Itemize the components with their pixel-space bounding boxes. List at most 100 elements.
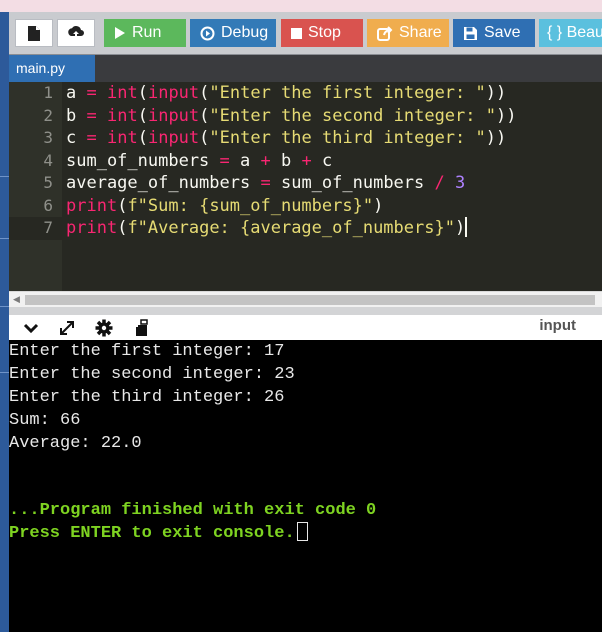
stop-button[interactable]: Stop: [281, 19, 363, 47]
expand-console-button[interactable]: [56, 318, 78, 338]
line-number: 5: [43, 173, 53, 192]
code-token: ): [373, 195, 384, 216]
code-token: "Enter the second integer: ": [209, 105, 496, 126]
left-edge-mark: [0, 238, 9, 239]
code-token: =: [86, 128, 97, 148]
save-label: Save: [484, 24, 521, 41]
new-file-icon: [28, 25, 40, 41]
code-editor[interactable]: 1234567 a = int(input("Enter the first i…: [9, 82, 602, 291]
new-file-button[interactable]: [15, 19, 53, 47]
text-cursor: [465, 217, 468, 237]
debug-label: Debug: [221, 24, 269, 41]
code-token: a: [66, 83, 77, 103]
line-number: 4: [43, 150, 53, 170]
code-token: (: [199, 128, 210, 148]
code-token: print: [66, 195, 118, 216]
code-line[interactable]: average_of_numbers = sum_of_numbers / 3: [66, 172, 465, 195]
code-token: (: [117, 218, 128, 238]
code-token: average_of_numbers: [66, 173, 251, 193]
line-number-gutter: 1 2 3 4 5 6 7: [9, 82, 62, 291]
code-line[interactable]: a = int(input("Enter the first integer: …: [66, 82, 506, 105]
console-line: Average: 22.0: [9, 434, 142, 453]
save-button[interactable]: Save: [453, 19, 535, 47]
expand-icon: [60, 321, 74, 335]
code-token: =: [260, 173, 271, 193]
horizontal-scrollbar[interactable]: ◀: [9, 291, 602, 307]
scrollbar-thumb[interactable]: [25, 295, 595, 305]
eraser-icon: [136, 319, 148, 336]
code-token: +: [301, 150, 312, 171]
share-button[interactable]: Share: [367, 19, 449, 47]
code-token: (: [137, 83, 148, 103]
code-token: )): [485, 83, 507, 103]
code-line[interactable]: b = int(input("Enter the second integer:…: [66, 105, 516, 128]
code-token: int: [107, 128, 138, 148]
console-toolbar: input: [9, 307, 602, 340]
code-line[interactable]: print(f"Sum: {sum_of_numbers}"): [66, 195, 383, 218]
program-finished-line: ...Program finished with exit code 0: [9, 501, 377, 520]
code-line[interactable]: print(f"Average: {average_of_numbers}"): [66, 217, 468, 240]
save-icon: [463, 26, 478, 41]
line-number: 3: [43, 128, 53, 147]
console-settings-button[interactable]: [93, 318, 115, 338]
console-output[interactable]: Enter the first integer: 17 Enter the sec…: [9, 340, 602, 632]
toolbar: Run Debug Stop Share Save { } Beau: [9, 12, 602, 55]
run-button[interactable]: Run: [104, 19, 186, 47]
line-number: 6: [43, 195, 53, 215]
code-token: input: [147, 128, 200, 148]
console-line: Enter the third integer: 26: [9, 388, 285, 407]
run-label: Run: [132, 24, 162, 41]
window-top-strip: [0, 0, 602, 12]
code-token: /: [434, 173, 445, 193]
code-token: b: [270, 150, 302, 171]
gear-icon: [95, 319, 113, 337]
code-token: ): [454, 218, 466, 238]
press-enter-text: Press ENTER to exit console.: [9, 524, 295, 543]
code-token: (: [137, 105, 148, 126]
collapse-console-button[interactable]: [20, 318, 42, 338]
press-enter-line: Press ENTER to exit console.: [9, 522, 308, 545]
code-token: +: [260, 150, 271, 171]
left-edge-mark: [0, 372, 9, 373]
tab-bar: main.py: [9, 55, 602, 82]
code-line[interactable]: sum_of_numbers = a + b + c: [66, 150, 332, 173]
stop-icon: [291, 27, 302, 39]
code-token: =: [219, 150, 230, 171]
beautify-label: { } Beau: [547, 24, 602, 41]
code-token: )): [495, 105, 517, 126]
code-token: sum_of_numbers: [66, 150, 210, 171]
upload-icon: [68, 26, 84, 39]
code-token: sum_of_numbers: [270, 173, 435, 193]
play-icon: [114, 26, 126, 40]
code-token: "Enter the third integer: ": [209, 128, 486, 148]
clear-console-button[interactable]: [131, 318, 153, 338]
code-token: int: [107, 105, 138, 126]
beautify-button[interactable]: { } Beau: [539, 19, 602, 47]
code-token: =: [86, 83, 97, 103]
code-token: "Enter the first integer: ": [209, 83, 486, 103]
console-line: Enter the first integer: 17: [9, 342, 285, 361]
code-token: (: [137, 128, 148, 148]
tab-main-py[interactable]: main.py: [9, 55, 95, 82]
stop-label: Stop: [308, 24, 341, 41]
code-token: =: [86, 105, 97, 126]
upload-button[interactable]: [57, 19, 95, 47]
code-line[interactable]: c = int(input("Enter the third integer: …: [66, 127, 506, 150]
scroll-left-icon[interactable]: ◀: [13, 294, 20, 305]
input-label[interactable]: input: [539, 317, 576, 334]
line-number: 1: [43, 83, 53, 102]
code-token: int: [107, 83, 138, 103]
code-token: (: [199, 105, 210, 126]
line-number: 7: [43, 218, 53, 237]
chevron-down-icon: [23, 323, 39, 334]
code-token: (: [117, 195, 128, 216]
code-token: input: [147, 105, 200, 126]
code-token: input: [147, 83, 200, 103]
debug-icon: [200, 26, 215, 41]
debug-button[interactable]: Debug: [190, 19, 276, 47]
